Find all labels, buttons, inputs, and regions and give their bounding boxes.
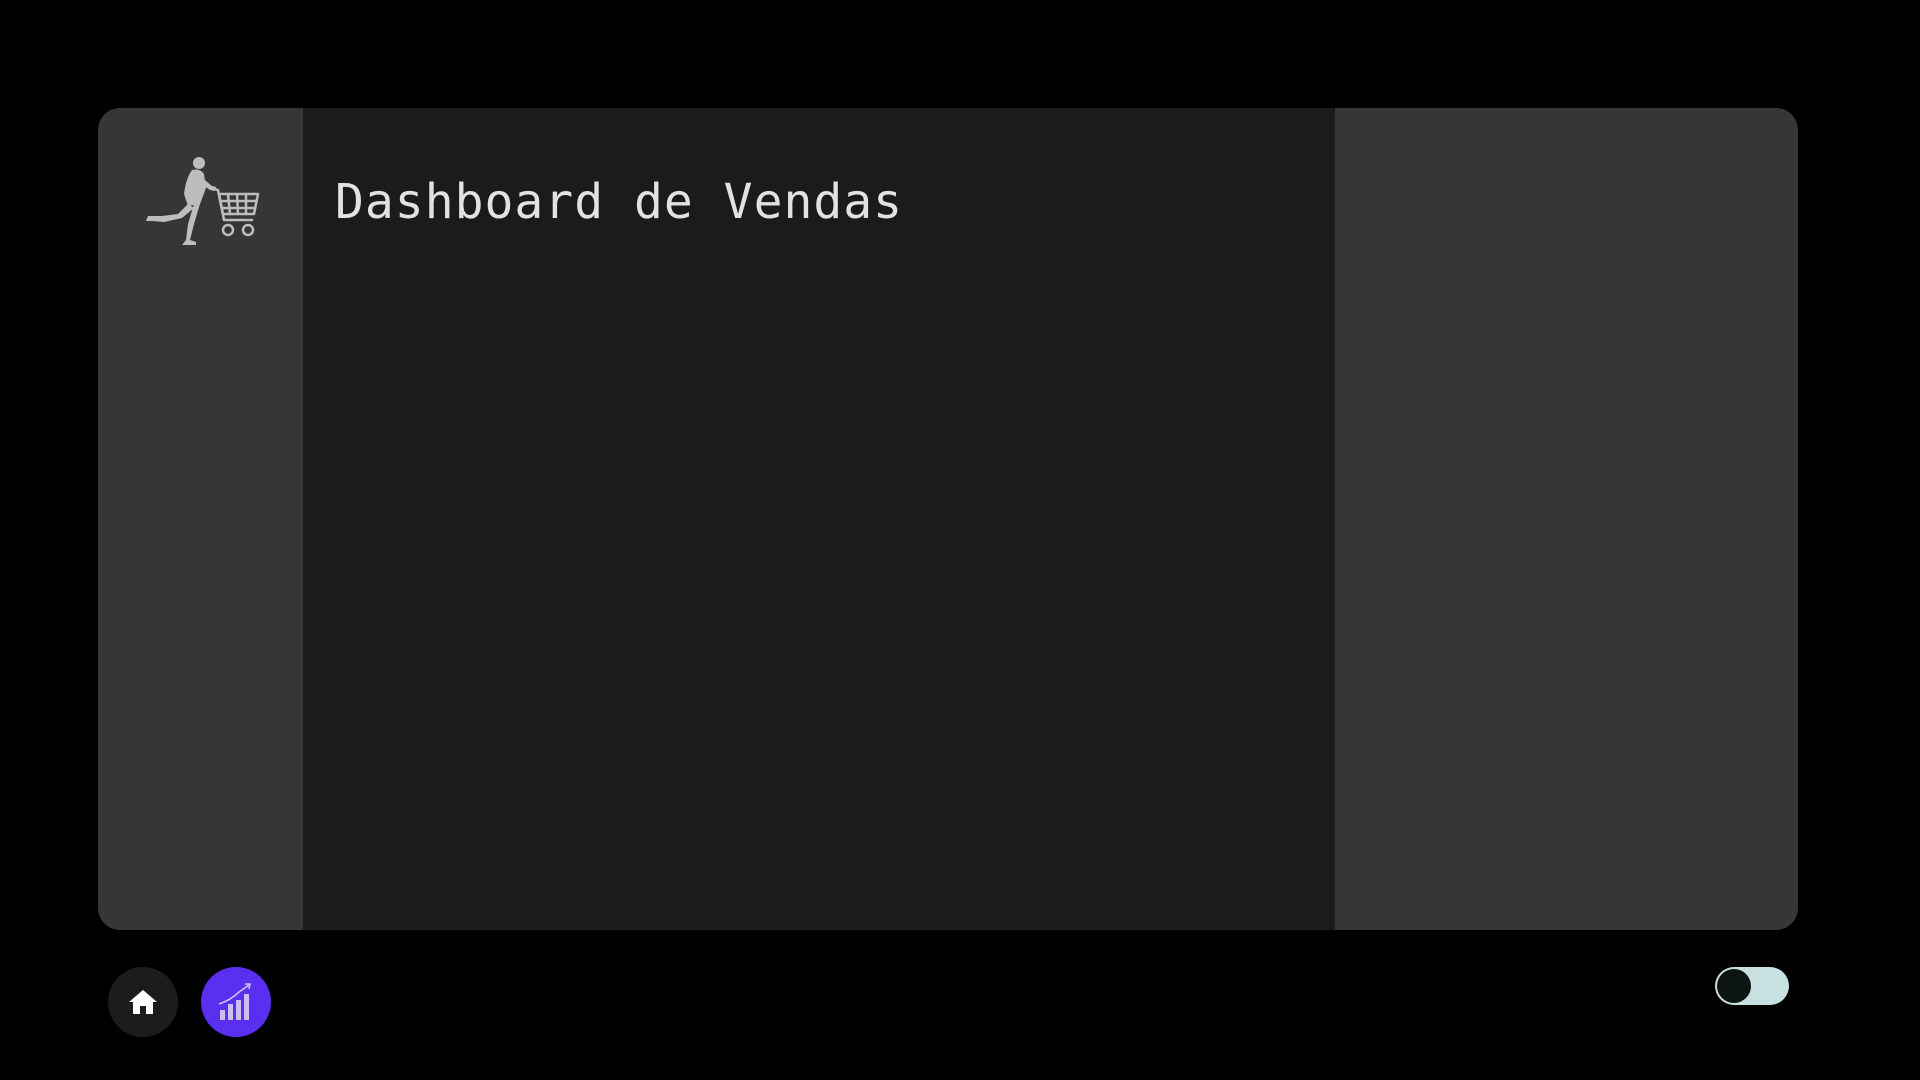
- dashboard-card: Dashboard de Vendas: [98, 108, 1798, 930]
- right-panel: [1335, 108, 1798, 930]
- home-button[interactable]: [108, 967, 178, 1037]
- home-icon: [129, 990, 157, 1014]
- person-pushing-cart-icon: [146, 157, 260, 245]
- page-title: Dashboard de Vendas: [335, 174, 904, 230]
- theme-toggle[interactable]: [1715, 967, 1789, 1005]
- toggle-knob: [1717, 969, 1751, 1003]
- bar-chart-growth-icon: [218, 983, 251, 1020]
- sales-chart-button[interactable]: [201, 967, 271, 1037]
- sidebar: [98, 108, 303, 930]
- main-panel: Dashboard de Vendas: [303, 108, 1335, 930]
